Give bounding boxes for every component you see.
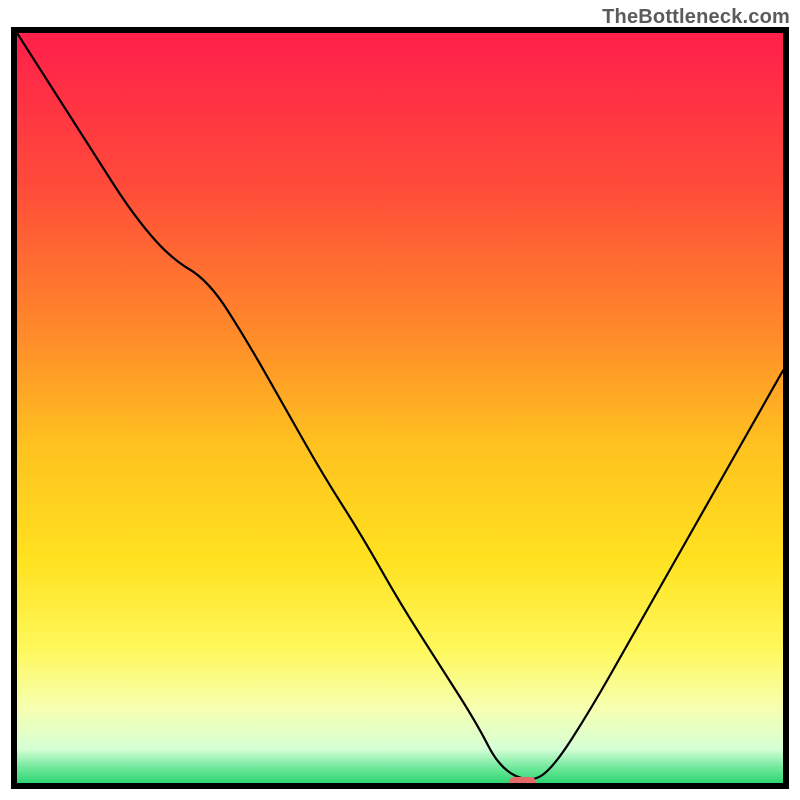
watermark-text: TheBottleneck.com	[602, 6, 790, 29]
heat-gradient-bg	[17, 33, 783, 783]
plot-area	[17, 33, 783, 789]
chart-svg	[0, 0, 800, 800]
bottleneck-chart: TheBottleneck.com	[0, 0, 800, 800]
